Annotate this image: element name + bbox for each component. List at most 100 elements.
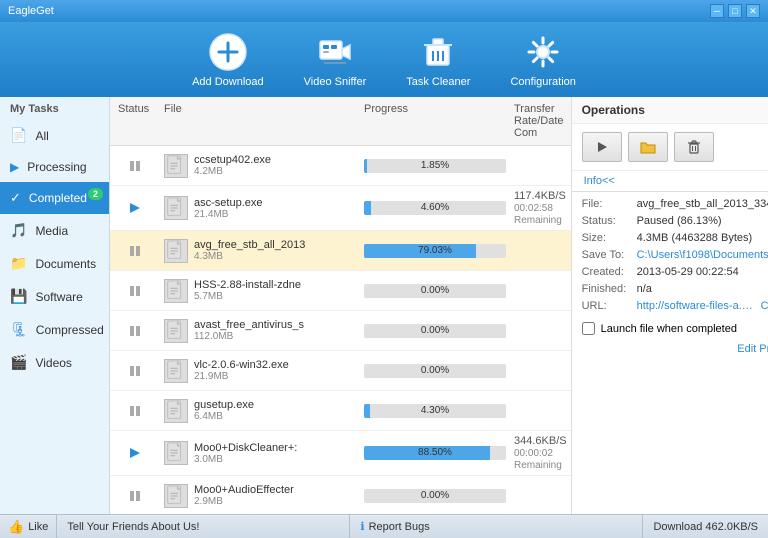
row-progress: 0.00% [360,489,510,503]
col-header-progress: Progress [360,101,510,141]
table-row[interactable]: Moo0+AudioEffecter 2.9MB 0.00% [110,476,571,516]
file-name: vlc-2.0.6-win32.exe [194,359,289,371]
download-speed: Download 462.0KB/S [643,515,768,538]
play-button[interactable] [582,132,622,162]
file-type-icon [164,359,188,383]
edit-properties-link[interactable]: Edit Properties... [572,339,768,359]
content-area: Status File Progress Transfer Rate/Date … [110,97,571,514]
status-bar: 👍 Like Tell Your Friends About Us! ℹ Rep… [0,514,768,538]
row-transfer: 344.6KB/S00:00:02 Remaining [510,435,571,471]
col-header-transfer: Transfer Rate/Date Com [510,101,571,141]
task-cleaner-label: Task Cleaner [406,76,470,88]
saveto-value[interactable]: C:\Users\f1098\Documents\EagleGe... [637,249,768,261]
row-file-info: Moo0+DiskCleaner+: 3.0MB [160,441,360,465]
file-details: vlc-2.0.6-win32.exe 21.9MB [194,359,289,382]
tell-friends: Tell Your Friends About Us! [57,515,350,538]
table-row[interactable]: asc-setup.exe 21.4MB 4.60% 117.4KB/S00:0… [110,186,571,231]
file-name: ccsetup402.exe [194,154,271,166]
info-row-status: Status: Paused (86.13%) [582,215,768,227]
launch-checkbox[interactable] [582,322,595,335]
task-cleaner-icon [418,32,458,72]
table-row[interactable]: avast_free_antivirus_s 112.0MB 0.00% [110,311,571,351]
minimize-button[interactable]: ─ [710,4,724,18]
info-tab[interactable]: Info<< [572,171,627,191]
configuration-button[interactable]: Configuration [510,32,575,88]
file-name: asc-setup.exe [194,197,262,209]
bugs-icon: ℹ [360,520,364,533]
software-icon: 💾 [10,288,27,305]
table-row[interactable]: Moo0+DiskCleaner+: 3.0MB 88.50% 344.6KB/… [110,431,571,476]
file-name: avast_free_antivirus_s [194,319,304,331]
folder-button[interactable] [628,132,668,162]
file-type-icon [164,196,188,220]
configuration-label: Configuration [510,76,575,88]
report-bugs-button[interactable]: ℹ Report Bugs [350,515,643,538]
row-progress: 1.85% [360,159,510,173]
sidebar-item-compressed[interactable]: 🗜 Compressed [0,313,109,346]
file-details: HSS-2.88-install-zdne 5.7MB [194,279,301,302]
row-file-info: HSS-2.88-install-zdne 5.7MB [160,279,360,303]
row-progress: 0.00% [360,284,510,298]
media-icon: 🎵 [10,222,27,239]
file-details: avast_free_antivirus_s 112.0MB [194,319,304,342]
row-file-info: vlc-2.0.6-win32.exe 21.9MB [160,359,360,383]
sidebar-item-processing[interactable]: ▶ Processing [0,152,109,182]
video-sniffer-icon [315,32,355,72]
status-value: Paused (86.13%) [637,215,768,227]
maximize-button[interactable]: □ [728,4,742,18]
file-type-icon [164,399,188,423]
sidebar-item-completed[interactable]: ✓ Completed 2 [0,182,109,214]
table-row[interactable]: gusetup.exe 6.4MB 4.30% [110,391,571,431]
sidebar-item-videos-label: Videos [35,356,71,370]
task-cleaner-button[interactable]: Task Cleaner [406,32,470,88]
table-row[interactable]: avg_free_stb_all_2013 4.3MB 79.03% [110,231,571,271]
status-label: Status: [582,215,637,227]
file-size: 2.9MB [194,496,294,507]
close-button[interactable]: ✕ [746,4,760,18]
url-label: URL: [582,300,637,312]
url-value[interactable]: http://software-files-a.cnet.com/... [637,300,757,312]
file-details: ccsetup402.exe 4.2MB [194,154,271,177]
row-file-info: avast_free_antivirus_s 112.0MB [160,319,360,343]
file-value: avg_free_stb_all_2013_3343_cnet.exe [637,198,768,210]
completed-icon: ✓ [10,190,21,206]
like-button[interactable]: 👍 Like [0,515,57,538]
file-type-icon [164,154,188,178]
sidebar-item-documents[interactable]: 📁 Documents [0,247,109,280]
transfer-rate: 344.6KB/S [514,435,567,447]
file-size: 3.0MB [194,454,297,465]
file-size: 112.0MB [194,331,304,342]
completed-badge: 2 [88,188,103,200]
file-details: asc-setup.exe 21.4MB [194,197,262,220]
row-status-icon [110,284,160,298]
sidebar-item-all[interactable]: 📄 All [0,119,109,152]
finished-label: Finished: [582,283,637,295]
video-sniffer-button[interactable]: Video Sniffer [304,32,367,88]
row-progress: 88.50% [360,446,510,460]
table-row[interactable]: HSS-2.88-install-zdne 5.7MB 0.00% [110,271,571,311]
url-copy[interactable]: Copy [761,300,768,312]
video-sniffer-label: Video Sniffer [304,76,367,88]
configuration-icon [523,32,563,72]
delete-button[interactable] [674,132,714,162]
file-size: 4.2MB [194,166,271,177]
file-name: HSS-2.88-install-zdne [194,279,301,291]
row-progress: 0.00% [360,324,510,338]
compressed-icon: 🗜 [10,321,28,338]
row-file-info: Moo0+AudioEffecter 2.9MB [160,484,360,508]
main-layout: My Tasks 📄 All ▶ Processing ✓ Completed … [0,97,768,514]
file-name: Moo0+DiskCleaner+: [194,442,297,454]
row-file-info: gusetup.exe 6.4MB [160,399,360,423]
table-row[interactable]: vlc-2.0.6-win32.exe 21.9MB 0.00% [110,351,571,391]
size-value: 4.3MB (4463288 Bytes) [637,232,768,244]
sidebar-item-media[interactable]: 🎵 Media [0,214,109,247]
sidebar-item-videos[interactable]: 🎬 Videos [0,346,109,379]
table-row[interactable]: ccsetup402.exe 4.2MB 1.85% [110,146,571,186]
sidebar-item-software[interactable]: 💾 Software [0,280,109,313]
right-panel: Operations Info<< [571,97,768,514]
add-download-button[interactable]: Add Download [192,32,264,88]
file-details: avg_free_stb_all_2013 4.3MB [194,239,305,262]
sidebar-item-documents-label: Documents [35,257,96,271]
operations-buttons [572,124,768,171]
sidebar-item-completed-label: Completed [29,191,87,205]
